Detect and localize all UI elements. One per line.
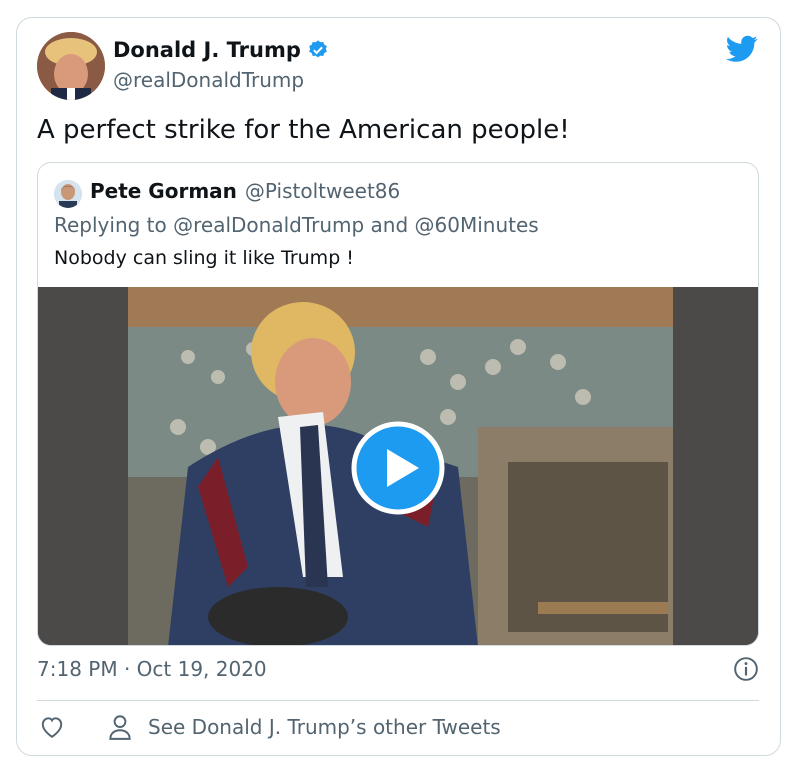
quoted-tweet[interactable]: Pete Gorman @Pistoltweet86 Replying to @… bbox=[37, 162, 759, 646]
divider bbox=[37, 700, 759, 701]
tweet-text: A perfect strike for the American people… bbox=[37, 115, 570, 145]
info-icon[interactable] bbox=[733, 656, 759, 682]
author-handle[interactable]: @realDonaldTrump bbox=[113, 68, 304, 92]
replying-to: Replying to @realDonaldTrump and @60Minu… bbox=[54, 213, 539, 237]
quoted-author-name[interactable]: Pete Gorman bbox=[90, 179, 237, 203]
verified-badge-icon bbox=[309, 40, 327, 58]
see-other-tweets-link[interactable]: See Donald J. Trump’s other Tweets bbox=[148, 715, 501, 739]
quoted-author-avatar[interactable] bbox=[54, 180, 82, 208]
heart-icon[interactable] bbox=[39, 714, 65, 740]
video-player[interactable] bbox=[38, 287, 758, 645]
quoted-tweet-text: Nobody can sling it like Trump ! bbox=[54, 247, 354, 269]
author-avatar[interactable] bbox=[37, 32, 105, 100]
person-icon[interactable] bbox=[107, 713, 133, 741]
play-icon[interactable] bbox=[351, 421, 445, 515]
twitter-bird-icon[interactable] bbox=[726, 35, 758, 63]
tweet-timestamp[interactable]: 7:18 PM · Oct 19, 2020 bbox=[37, 657, 267, 681]
quoted-author-handle[interactable]: @Pistoltweet86 bbox=[245, 179, 400, 203]
author-name[interactable]: Donald J. Trump bbox=[113, 38, 301, 62]
